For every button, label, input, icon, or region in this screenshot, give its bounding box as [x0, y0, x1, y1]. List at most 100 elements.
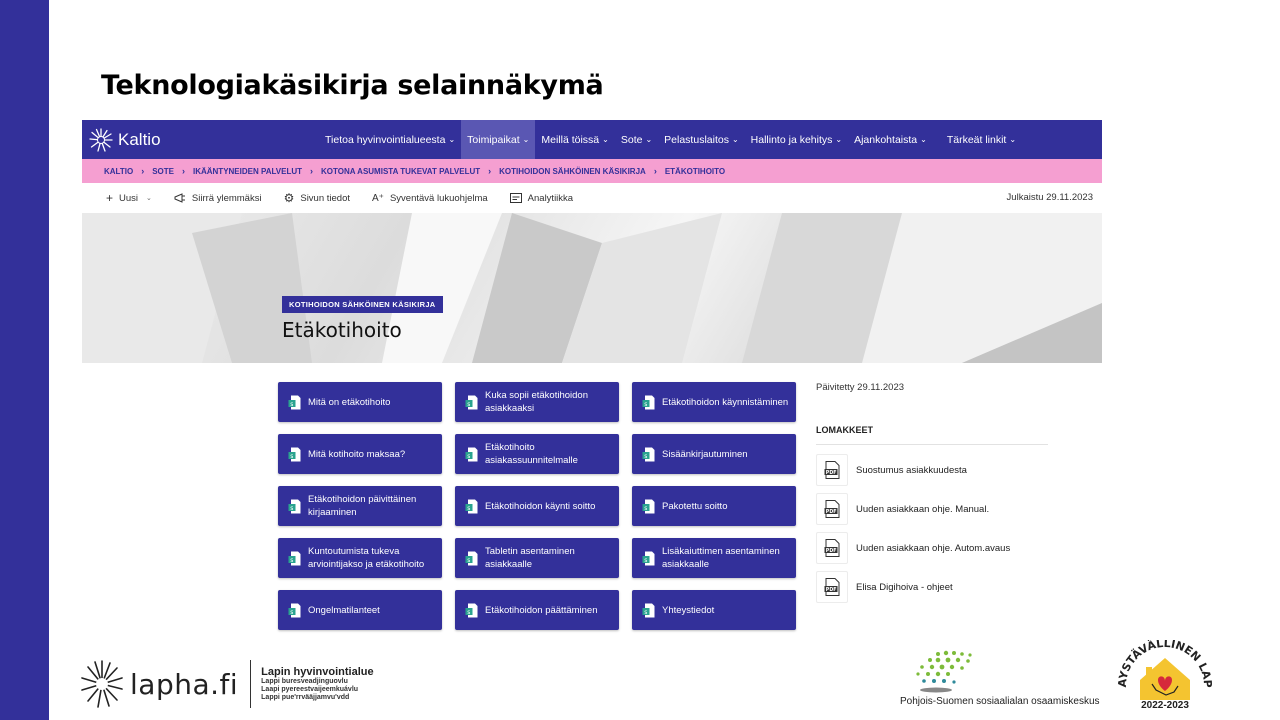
sharepoint-page-icon: s	[465, 447, 478, 461]
chevron-down-icon: ⌄	[835, 135, 843, 144]
breadcrumb-item-current[interactable]: ETÄKOTIHOITO	[665, 167, 725, 176]
pdf-file-icon: PDF	[816, 532, 848, 564]
tile-mita-on-etakotihoito[interactable]: s Mitä on etäkotihoito	[278, 382, 442, 422]
page-title: Etäkotihoito	[282, 318, 402, 342]
svg-text:s: s	[644, 452, 647, 459]
form-link[interactable]: PDF Uuden asiakkaan ohje. Manual.	[816, 493, 1050, 525]
sharepoint-page-icon: s	[288, 395, 301, 409]
sharepoint-page-icon: s	[465, 603, 478, 617]
brand-name: Kaltio	[118, 130, 161, 149]
tile-paivittainen-kirjaaminen[interactable]: s Etäkotihoidon päivittäinen kirjaaminen	[278, 486, 442, 526]
nav-item-tietoa[interactable]: Tietoa hyvinvointialueesta ⌄	[319, 120, 461, 159]
tile-label: Etäkotihoidon käynti soitto	[485, 500, 596, 512]
chevron-down-icon: ⌄	[448, 135, 456, 144]
tile-kaynti-soitto[interactable]: s Etäkotihoidon käynti soitto	[455, 486, 619, 526]
analytics-button[interactable]: Analytiikka	[509, 193, 573, 204]
chevron-down-icon: ⌄	[731, 135, 739, 144]
svg-text:s: s	[467, 504, 470, 511]
tile-yhteystiedot[interactable]: s Yhteystiedot	[632, 590, 796, 630]
pss-dots-icon	[916, 650, 972, 693]
top-navigation: Kaltio Tietoa hyvinvointialueesta ⌄ Toimi…	[82, 120, 1102, 159]
tile-label: Kuntoutumista tukeva arviointijakso ja e…	[308, 546, 425, 570]
breadcrumb-item[interactable]: KOTONA ASUMISTA TUKEVAT PALVELUT	[321, 167, 480, 176]
nav-label: Meillä töissä	[541, 133, 600, 146]
form-link[interactable]: PDF Elisa Digihoiva - ohjeet	[816, 571, 1050, 603]
nav-item-ajankohtaista[interactable]: Ajankohtaista ⌄	[848, 120, 933, 159]
promote-icon	[174, 192, 185, 203]
tile-mita-kotihoito-maksaa[interactable]: s Mitä kotihoito maksaa?	[278, 434, 442, 474]
breadcrumb-item[interactable]: KOTIHOIDON SÄHKÖINEN KÄSIKIRJA	[499, 167, 646, 176]
chevron-down-icon: ⌄	[645, 135, 653, 144]
tile-kuntoutumista-tukeva[interactable]: s Kuntoutumista tukeva arviointijakso ja…	[278, 538, 442, 578]
sharepoint-page-icon: s	[642, 499, 655, 513]
sharepoint-page-icon: s	[642, 395, 655, 409]
tile-lisakaiuttimen-asentaminen[interactable]: s Lisäkaiuttimen asentaminen asiakkaalle	[632, 538, 796, 578]
page-details-button[interactable]: ⚙ Sivun tiedot	[284, 191, 350, 205]
nav-item-sote[interactable]: Sote ⌄	[615, 120, 658, 159]
form-link[interactable]: PDF Uuden asiakkaan ohje. Autom.avaus	[816, 532, 1050, 564]
promote-button[interactable]: Siirrä ylemmäksi	[174, 193, 262, 204]
svg-text:PDF: PDF	[826, 548, 837, 554]
svg-text:s: s	[467, 608, 470, 615]
svg-text:s: s	[644, 556, 647, 563]
tile-label: Sisäänkirjautuminen	[662, 448, 748, 460]
immersive-reader-button[interactable]: A⁺ Syventävä lukuohjelma	[372, 193, 488, 204]
lapha-sunburst-icon	[81, 660, 123, 708]
svg-text:s: s	[644, 608, 647, 615]
nav-item-meilla-toissa[interactable]: Meillä töissä ⌄	[535, 120, 614, 159]
sharepoint-page-icon: s	[642, 603, 655, 617]
plus-icon: +	[106, 191, 114, 205]
tile-pakotettu-soitto[interactable]: s Pakotettu soitto	[632, 486, 796, 526]
chevron-right-icon: ›	[181, 166, 185, 176]
svg-text:s: s	[644, 400, 647, 407]
hero-category-tag[interactable]: KOTIHOIDON SÄHKÖINEN KÄSIKIRJA	[282, 296, 443, 313]
chevron-down-icon: ⌄	[146, 195, 152, 202]
tile-kaynnistaminen[interactable]: s Etäkotihoidon käynnistäminen	[632, 382, 796, 422]
nav-item-tarkeat-linkit[interactable]: Tärkeät linkit ⌄	[941, 120, 1022, 159]
lapha-line: Laapi pyereestvaijeemkuávlu	[261, 686, 359, 693]
tile-asiakassuunnitelma[interactable]: s Etäkotihoito asiakassuunnitelmalle	[455, 434, 619, 474]
tile-tabletin-asentaminen[interactable]: s Tabletin asentaminen asiakkaalle	[455, 538, 619, 578]
nav-item-toimipaikat[interactable]: Toimipaikat ⌄	[461, 120, 536, 159]
new-label: Uusi	[119, 192, 139, 204]
forms-heading: LOMAKKEET	[816, 425, 873, 435]
breadcrumb-item[interactable]: IKÄÄNTYNEIDEN PALVELUT	[193, 167, 302, 176]
svg-text:PDF: PDF	[826, 509, 837, 515]
form-label: Suostumus asiakkuudesta	[856, 464, 967, 476]
left-accent-stripe	[0, 0, 49, 720]
chevron-right-icon: ›	[488, 166, 492, 176]
new-button[interactable]: + Uusi ⌄	[106, 191, 152, 205]
nav-item-hallinto[interactable]: Hallinto ja kehitys ⌄	[745, 120, 848, 159]
sharepoint-page-icon: s	[465, 499, 478, 513]
gear-icon: ⚙	[283, 191, 295, 205]
svg-text:s: s	[467, 452, 470, 459]
divider	[250, 660, 252, 708]
tile-ongelmatilanteet[interactable]: s Ongelmatilanteet	[278, 590, 442, 630]
chevron-right-icon: ›	[310, 166, 314, 176]
kaltio-sunburst-icon	[89, 128, 113, 152]
command-bar: + Uusi ⌄ Siirrä ylemmäksi ⚙ Sivun tiedot…	[82, 183, 1102, 213]
pdf-file-icon: PDF	[816, 571, 848, 603]
svg-text:s: s	[290, 608, 293, 615]
tile-label: Mitä kotihoito maksaa?	[308, 448, 406, 460]
nav-item-pelastuslaitos[interactable]: Pelastuslaitos ⌄	[658, 120, 745, 159]
nav-label: Tietoa hyvinvointialueesta	[325, 133, 446, 146]
nav-label: Toimipaikat	[467, 133, 520, 146]
brand[interactable]: Kaltio	[88, 125, 161, 155]
tile-kuka-sopii[interactable]: s Kuka sopii etäkotihoidon asiakkaaksi	[455, 382, 619, 422]
sharepoint-page-icon: s	[288, 603, 301, 617]
ikaystavallinen-lappi-logo: IKÄYSTÄVÄLLINEN LAPPI 2022-2023	[1114, 630, 1214, 716]
tile-sisaankirjautuminen[interactable]: s Sisäänkirjautuminen	[632, 434, 796, 474]
form-link[interactable]: PDF Suostumus asiakkuudesta	[816, 454, 1050, 486]
tile-paattaminen[interactable]: s Etäkotihoidon päättäminen	[455, 590, 619, 630]
chevron-down-icon: ⌄	[522, 135, 530, 144]
breadcrumb-item[interactable]: SOTE	[152, 167, 174, 176]
form-label: Elisa Digihoiva - ohjeet	[856, 581, 953, 593]
breadcrumb-item[interactable]: KALTIO	[104, 167, 133, 176]
chevron-right-icon: ›	[653, 166, 657, 176]
lapha-subtitle: Lapin hyvinvointialue Lappi buresveadjin…	[261, 666, 373, 702]
hero-banner: KOTIHOIDON SÄHKÖINEN KÄSIKIRJA Etäkotiho…	[82, 213, 1102, 363]
tile-label: Etäkotihoidon käynnistäminen	[662, 396, 789, 408]
svg-text:s: s	[644, 504, 647, 511]
svg-text:s: s	[290, 556, 293, 563]
